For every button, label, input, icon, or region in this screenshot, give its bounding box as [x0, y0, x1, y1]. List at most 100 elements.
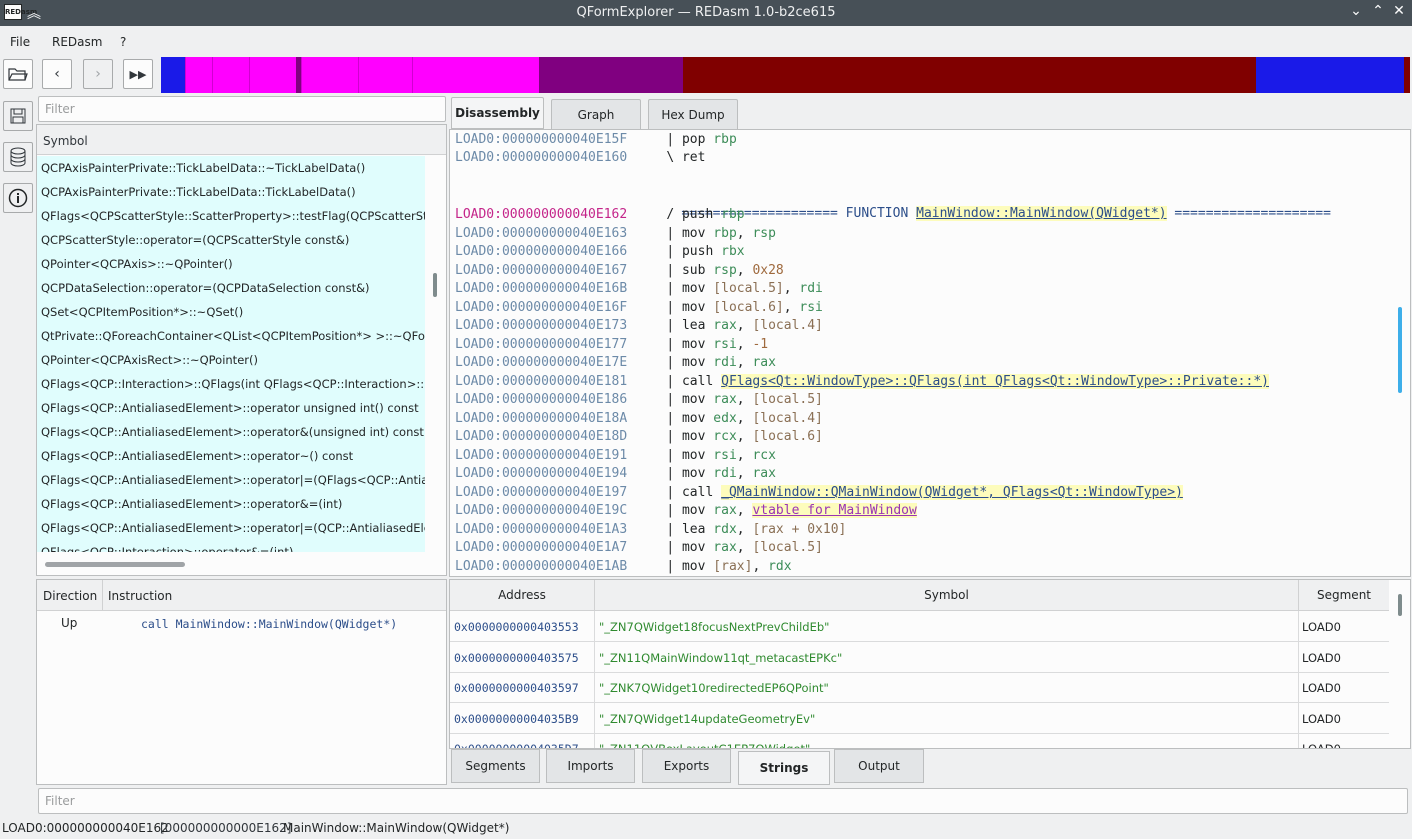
segment-map-block[interactable]: [301, 57, 359, 93]
table-row[interactable]: 0x00000000004035B9 "_ZN7QWidget14updateGe…: [450, 702, 1389, 734]
symbol-list-item[interactable]: QFlags<QCP::Interaction>::operator&=(int…: [37, 540, 425, 552]
disassembly-line[interactable]: LOAD0:000000000040E166 | push rbx: [455, 243, 745, 261]
symbol-list-item[interactable]: QCPAxisPainterPrivate::TickLabelData::~T…: [37, 156, 425, 180]
symbol-filter-input[interactable]: Filter: [38, 96, 446, 122]
info-button[interactable]: [3, 183, 33, 213]
database-button[interactable]: [3, 142, 33, 172]
symbol-column-header[interactable]: Symbol: [37, 125, 446, 155]
disassembly-line[interactable]: LOAD0:000000000040E181 | call QFlags<Qt:…: [455, 373, 1269, 391]
disassembly-view[interactable]: ==================== FUNCTION MainWindow…: [449, 129, 1411, 577]
segment-map-block[interactable]: [358, 57, 412, 93]
disassembly-line[interactable]: LOAD0:000000000040E19C | mov rax, vtable…: [455, 502, 917, 520]
menu-redasm[interactable]: REDasm: [52, 35, 102, 49]
symbol-list-item[interactable]: QFlags<QCP::AntialiasedElement>::operato…: [37, 516, 425, 540]
tab-disassembly[interactable]: Disassembly: [451, 97, 544, 129]
function-header: ==================== FUNCTION MainWindow…: [681, 206, 1331, 221]
symbol-list-hscroll[interactable]: [45, 562, 185, 567]
disassembly-line[interactable]: LOAD0:000000000040E17E | mov rdi, rax: [455, 354, 776, 372]
table-row[interactable]: 0x0000000000403597 "_ZNK7QWidget10redirec…: [450, 672, 1389, 703]
symbol-list-item[interactable]: QFlags<QCP::AntialiasedElement>::operato…: [37, 492, 425, 516]
disassembly-vscroll[interactable]: [1398, 307, 1402, 393]
disassembly-line[interactable]: LOAD0:000000000040E186 | mov rax, [local…: [455, 391, 823, 409]
disassembly-line[interactable]: LOAD0:000000000040E197 | call _QMainWind…: [455, 484, 1183, 502]
segment-map-block[interactable]: [211, 57, 249, 93]
operand-link[interactable]: QFlags<Qt::WindowType>::QFlags(int QFlag…: [721, 374, 1269, 389]
segment-map-block[interactable]: [683, 57, 1257, 93]
tab-output[interactable]: Output: [834, 749, 924, 783]
disassembly-line[interactable]: LOAD0:000000000040E167 | sub rsp, 0x28: [455, 262, 784, 280]
segment-map-block[interactable]: [185, 57, 212, 93]
forward-button[interactable]: ›: [83, 59, 113, 89]
symbol-list-item[interactable]: QCPAxisPainterPrivate::TickLabelData::Ti…: [37, 180, 425, 204]
symbol-list-item[interactable]: QFlags<QCP::Interaction>::QFlags(int QFl…: [37, 372, 425, 396]
operand-link[interactable]: vtable for MainWindow: [752, 503, 917, 518]
tab-segments[interactable]: Segments: [451, 749, 540, 783]
flow-marker: |: [666, 281, 675, 296]
disassembly-line[interactable]: LOAD0:000000000040E16B | mov [local.5], …: [455, 280, 823, 298]
instruction-address: LOAD0:000000000040E1A7: [455, 540, 628, 555]
symbol-list-item[interactable]: QtPrivate::QForeachContainer<QList<QCPIt…: [37, 324, 425, 348]
tab-strings[interactable]: Strings: [738, 751, 830, 785]
disassembly-line[interactable]: LOAD0:000000000040E1AB | mov [rax], rdx: [455, 558, 792, 576]
segment-map-block[interactable]: [1404, 57, 1410, 93]
symbol-list-item[interactable]: QCPScatterStyle::operator=(QCPScatterSty…: [37, 228, 425, 252]
symbol-list-item[interactable]: QSet<QCPItemPosition*>::~QSet(): [37, 300, 425, 324]
segment-column-header[interactable]: Segment: [1299, 588, 1389, 602]
disassembly-line[interactable]: LOAD0:000000000040E194 | mov rdi, rax: [455, 465, 776, 483]
maximize-icon[interactable]: ⌃: [1369, 3, 1387, 19]
address-column-header[interactable]: Address: [450, 588, 594, 602]
disassembly-line[interactable]: LOAD0:000000000040E15F | pop rbp: [455, 131, 737, 149]
symbol-list-item[interactable]: QFlags<QCP::AntialiasedElement>::operato…: [37, 420, 425, 444]
disassembly-line[interactable]: LOAD0:000000000040E1A7 | mov rax, [local…: [455, 539, 823, 557]
segment-map-block[interactable]: [248, 57, 297, 93]
disassembly-line[interactable]: LOAD0:000000000040E18A | mov edx, [local…: [455, 410, 823, 428]
segment-map[interactable]: [161, 57, 1410, 93]
back-button[interactable]: ‹: [42, 59, 72, 89]
table-row[interactable]: 0x0000000000403553 "_ZN7QWidget18focusNex…: [450, 611, 1389, 642]
disassembly-line[interactable]: LOAD0:000000000040E18D | mov rcx, [local…: [455, 428, 823, 446]
segment-map-block[interactable]: [411, 57, 540, 93]
tab-graph[interactable]: Graph: [551, 99, 641, 131]
disassembly-line[interactable]: LOAD0:000000000040E16F | mov [local.6], …: [455, 299, 823, 317]
save-button[interactable]: [3, 101, 33, 131]
table-row[interactable]: 0x0000000000403575 "_ZN11QMainWindow11qt_…: [450, 641, 1389, 673]
symbol-list-item[interactable]: QFlags<QCP::AntialiasedElement>::operato…: [37, 396, 425, 420]
operand-separator: ,: [736, 263, 753, 278]
tab-hex-dump[interactable]: Hex Dump: [648, 99, 738, 131]
symbol-list-item[interactable]: QFlags<QCPScatterStyle::ScatterProperty>…: [37, 204, 425, 228]
disassembly-line[interactable]: LOAD0:000000000040E162 / push rbp: [455, 206, 745, 224]
strings-filter-input[interactable]: Filter: [38, 788, 1408, 814]
segment-map-block[interactable]: [539, 57, 684, 93]
tab-imports[interactable]: Imports: [546, 749, 635, 783]
menu-file[interactable]: File: [10, 35, 30, 49]
close-icon[interactable]: ✕: [1390, 3, 1408, 19]
symbol-list-item[interactable]: QCPDataSelection::operator=(QCPDataSelec…: [37, 276, 425, 300]
segment-map-block[interactable]: [1256, 57, 1405, 93]
operand-link[interactable]: _QMainWindow::QMainWindow(QWidget*, QFla…: [721, 485, 1183, 500]
disassembly-line[interactable]: LOAD0:000000000040E173 | lea rax, [local…: [455, 317, 823, 335]
minimize-icon[interactable]: ⌄: [1347, 3, 1365, 19]
symbol-list-item[interactable]: QFlags<QCP::AntialiasedElement>::operato…: [37, 444, 425, 468]
symbol-column-header[interactable]: Symbol: [595, 588, 1298, 602]
operand: [rax]: [713, 559, 753, 574]
disassembly-line[interactable]: LOAD0:000000000040E177 | mov rsi, -1: [455, 336, 768, 354]
disassembly-line[interactable]: LOAD0:000000000040E1A3 | lea rdx, [rax +…: [455, 521, 846, 539]
tab-exports[interactable]: Exports: [642, 749, 731, 783]
open-button[interactable]: [3, 59, 33, 89]
symbol-list-vscroll[interactable]: [433, 273, 437, 297]
strings-vscroll[interactable]: [1398, 594, 1402, 616]
symbol-list-item[interactable]: QFlags<QCP::AntialiasedElement>::operato…: [37, 468, 425, 492]
disassembly-line[interactable]: LOAD0:000000000040E191 | mov rsi, rcx: [455, 447, 776, 465]
goto-button[interactable]: ▶▶: [123, 59, 153, 89]
function-name[interactable]: MainWindow::MainWindow(QWidget*): [916, 206, 1167, 221]
menu-help[interactable]: ?: [120, 35, 126, 49]
reference-row[interactable]: Up call MainWindow::MainWindow(QWidget*): [37, 614, 446, 634]
instruction-column-header[interactable]: Instruction: [108, 589, 172, 603]
symbol-list-item[interactable]: QPointer<QCPAxisRect>::~QPointer(): [37, 348, 425, 372]
symbol-list-item[interactable]: QPointer<QCPAxis>::~QPointer(): [37, 252, 425, 276]
direction-column-header[interactable]: Direction: [43, 589, 97, 603]
disassembly-line[interactable]: LOAD0:000000000040E160 \ ret: [455, 149, 705, 167]
segment-map-block[interactable]: [161, 57, 186, 93]
disassembly-line[interactable]: LOAD0:000000000040E163 | mov rbp, rsp: [455, 225, 776, 243]
table-row[interactable]: 0x00000000004035D7 "_ZN11QVBoxLayoutC1EP7…: [450, 733, 1389, 748]
